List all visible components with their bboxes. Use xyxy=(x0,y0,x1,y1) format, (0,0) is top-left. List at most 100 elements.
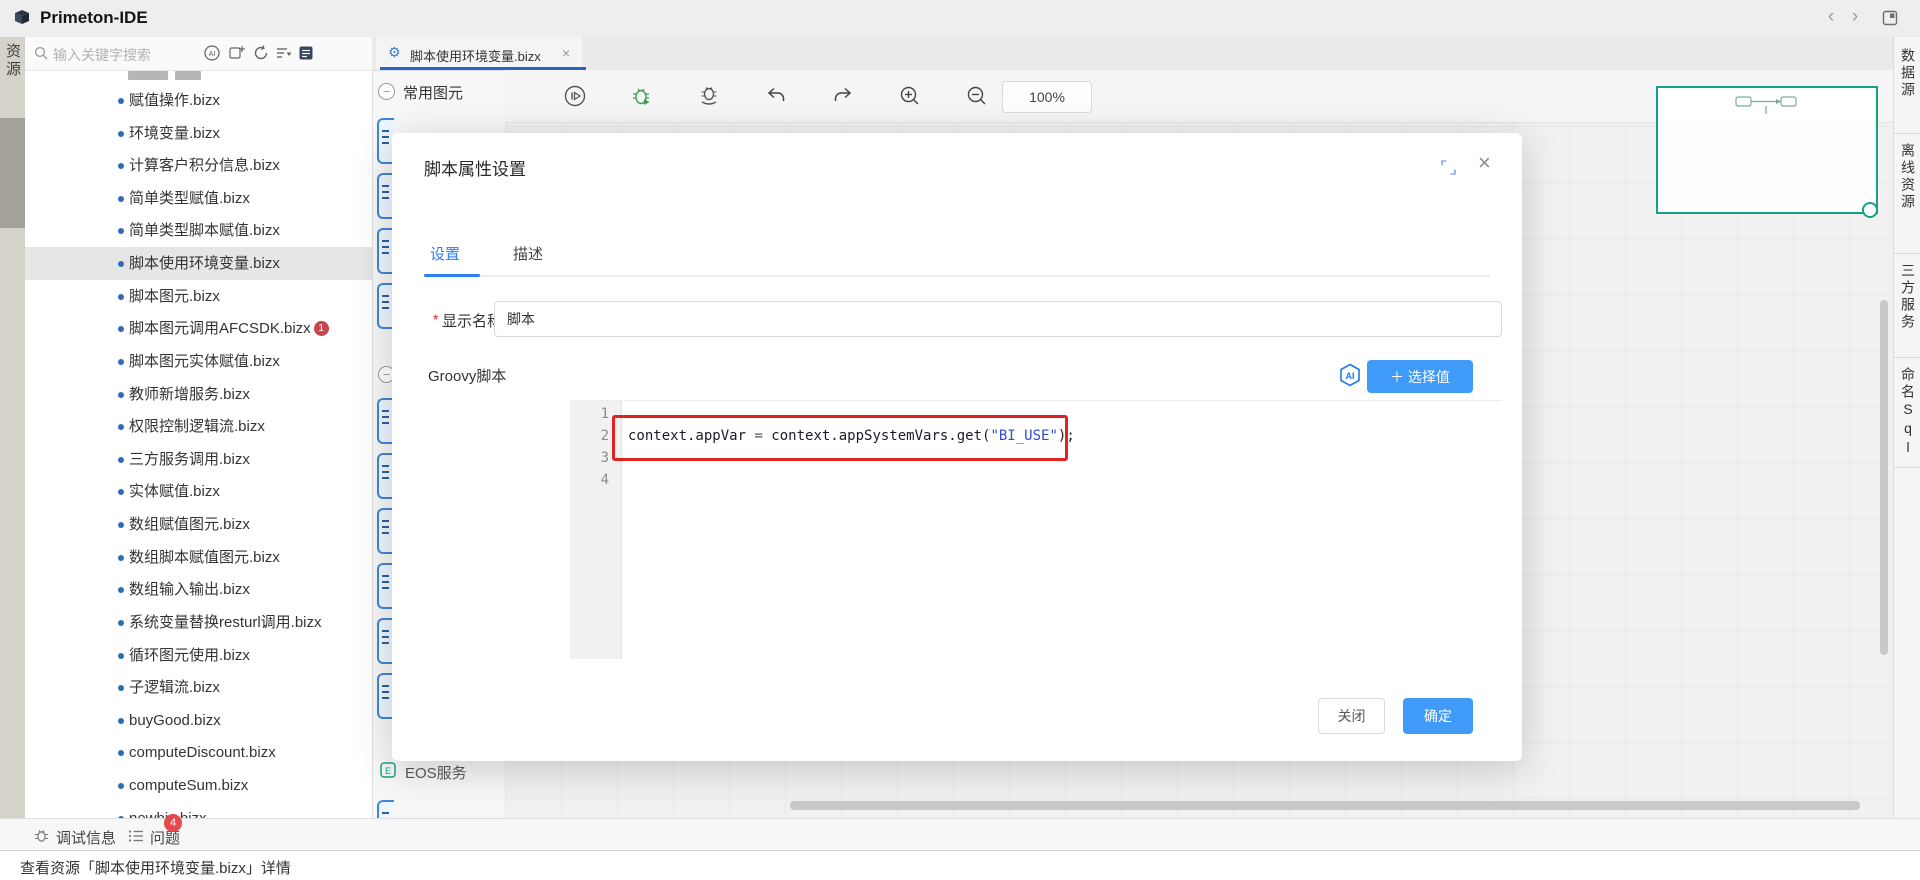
status-bar: 查看资源「脚本使用环境变量.bizx」详情 xyxy=(0,850,1920,880)
document-view-icon[interactable] xyxy=(297,44,315,62)
tree-item[interactable]: 子逻辑流.bizx xyxy=(25,671,372,704)
close-button[interactable]: 关闭 xyxy=(1318,698,1385,734)
zoom-in-icon[interactable] xyxy=(898,84,922,108)
vertical-scrollbar[interactable] xyxy=(1880,300,1888,655)
tree-item[interactable]: 赋值操作.bizx xyxy=(25,84,372,117)
palette-section-header: EOS服务 xyxy=(405,762,467,783)
tree-item[interactable]: 脚本使用环境变量.bizx xyxy=(25,247,372,280)
tree-item[interactable]: 教师新增服务.bizx xyxy=(25,378,372,411)
svg-text:E: E xyxy=(385,766,391,776)
tab-settings[interactable]: 设置 xyxy=(430,243,460,264)
error-badge: 1 xyxy=(314,321,329,336)
tree-item[interactable]: 简单类型脚本赋值.bizx xyxy=(25,214,372,247)
sort-list-icon[interactable] xyxy=(275,44,293,62)
bottom-panel-bar: 调试信息 问题 4 xyxy=(0,818,1920,851)
bizx-bullet-icon xyxy=(118,685,124,691)
rail-tab-resources[interactable]: 资源 xyxy=(2,43,23,79)
minimap-resize-handle[interactable] xyxy=(1862,202,1878,218)
divider xyxy=(1894,357,1920,358)
tree-item[interactable]: 数组脚本赋值图元.bizx xyxy=(25,541,372,574)
nav-forward-icon[interactable]: › xyxy=(1846,6,1864,28)
tree-item[interactable]: buyGood.bizx xyxy=(25,704,372,737)
editor-tabbar: ⚙ 脚本使用环境变量.bizx × xyxy=(372,37,1893,71)
zoom-level-display[interactable]: 100% xyxy=(1002,81,1092,113)
redo-icon[interactable] xyxy=(831,84,855,108)
search-input[interactable]: 输入关键字搜索 xyxy=(53,45,151,65)
left-rail: 资源 xyxy=(0,37,26,818)
ai-assist-icon[interactable]: AI xyxy=(203,44,221,62)
bizx-bullet-icon xyxy=(118,228,124,234)
bizx-bullet-icon xyxy=(118,489,124,495)
bizx-bullet-icon xyxy=(118,359,124,365)
divider xyxy=(1894,253,1920,254)
problems-count-badge: 4 xyxy=(164,814,182,832)
app-logo-icon xyxy=(12,8,32,28)
bizx-bullet-icon xyxy=(118,98,124,104)
tab-close-icon[interactable]: × xyxy=(562,45,570,61)
tree-item[interactable]: 脚本图元实体赋值.bizx xyxy=(25,345,372,378)
debug-info-tab[interactable]: 调试信息 xyxy=(56,827,116,848)
status-text: 查看资源「脚本使用环境变量.bizx」详情 xyxy=(20,857,291,878)
horizontal-scrollbar[interactable] xyxy=(790,801,1860,810)
dialog-title: 脚本属性设置 xyxy=(424,155,526,180)
collapse-section-icon[interactable]: − xyxy=(378,83,395,100)
select-value-button[interactable]: ＋ 选择值 xyxy=(1367,360,1473,393)
bizx-bullet-icon xyxy=(118,392,124,398)
bizx-bullet-icon xyxy=(118,750,124,756)
minimap[interactable] xyxy=(1656,86,1878,214)
debug-run-icon[interactable] xyxy=(630,84,654,108)
ai-generate-icon[interactable]: AI xyxy=(1337,362,1363,388)
tree-item[interactable]: 计算客户积分信息.bizx xyxy=(25,149,372,182)
sidebar-tab-third-party-services[interactable]: 三方服务 xyxy=(1898,263,1918,331)
window-layout-icon[interactable] xyxy=(1882,10,1898,26)
ok-button[interactable]: 确定 xyxy=(1403,698,1473,734)
tree-item[interactable]: 实体赋值.bizx xyxy=(25,475,372,508)
bizx-bullet-icon xyxy=(118,653,124,659)
clipped-tree-item xyxy=(128,71,168,80)
palette-section-header[interactable]: 常用图元 xyxy=(403,82,463,103)
zoom-out-icon[interactable] xyxy=(965,84,989,108)
sidebar-tab-datasource[interactable]: 数据源 xyxy=(1898,48,1918,99)
sidebar-tab-offline-resources[interactable]: 离线资源 xyxy=(1898,143,1918,211)
resource-tree: 赋值操作.bizx环境变量.bizx计算客户积分信息.bizx简单类型赋值.bi… xyxy=(25,70,372,818)
nav-back-icon[interactable]: ‹ xyxy=(1822,6,1840,28)
tree-item[interactable]: 三方服务调用.bizx xyxy=(25,443,372,476)
required-mark: * xyxy=(433,311,438,327)
new-resource-icon[interactable] xyxy=(228,44,246,62)
sidebar-tab-named-sql[interactable]: 命名Sql xyxy=(1898,367,1918,458)
tree-item[interactable]: 数组输入输出.bizx xyxy=(25,573,372,606)
rail-scroll-shade xyxy=(0,118,25,228)
tree-item[interactable]: 环境变量.bizx xyxy=(25,117,372,150)
refresh-icon[interactable] xyxy=(252,44,270,62)
tree-item[interactable]: 脚本图元调用AFCSDK.bizx1 xyxy=(25,312,372,345)
close-icon[interactable]: × xyxy=(1478,150,1491,176)
tree-item[interactable]: 简单类型赋值.bizx xyxy=(25,182,372,215)
tree-item[interactable]: 数组赋值图元.bizx xyxy=(25,508,372,541)
tree-item[interactable]: 脚本图元.bizx xyxy=(25,280,372,313)
palette-section-eos[interactable]: E EOS服务 xyxy=(373,758,506,788)
active-tab-indicator xyxy=(424,274,480,277)
tabs-divider xyxy=(424,275,1490,277)
script-properties-dialog: 脚本属性设置 × 设置 描述 * 显示名称 Groovy脚本 AI ＋ 选择值 … xyxy=(392,133,1522,761)
tree-item[interactable]: 循环图元使用.bizx xyxy=(25,639,372,672)
tree-item[interactable]: 系统变量替换resturl调用.bizx xyxy=(25,606,372,639)
right-sidebar: 数据源离线资源三方服务命名Sql xyxy=(1893,37,1920,818)
svg-text:AI: AI xyxy=(209,51,216,58)
debug-deploy-icon[interactable] xyxy=(697,84,721,108)
fullscreen-icon[interactable] xyxy=(1440,159,1457,176)
search-bar[interactable]: 输入关键字搜索 AI xyxy=(25,37,372,71)
groovy-script-label: Groovy脚本 xyxy=(428,365,506,386)
primeton-ide-window: Primeton-IDE ‹ › 资源 输入关键字搜索 AI xyxy=(0,0,1920,880)
run-icon[interactable] xyxy=(563,84,587,108)
tree-item[interactable]: 权限控制逻辑流.bizx xyxy=(25,410,372,443)
tree-item[interactable]: newbiz.bizx xyxy=(25,802,372,818)
groovy-code-editor[interactable]: 1234 context.appVar = context.appSystemV… xyxy=(570,400,1502,659)
display-name-input[interactable] xyxy=(494,301,1502,337)
tab-description[interactable]: 描述 xyxy=(513,243,543,264)
resource-panel: 输入关键字搜索 AI xyxy=(25,37,373,818)
tree-item[interactable]: computeDiscount.bizx xyxy=(25,736,372,769)
tab-script-env-var[interactable]: ⚙ 脚本使用环境变量.bizx × xyxy=(376,37,582,70)
line-number: 3 xyxy=(579,447,609,469)
tree-item[interactable]: computeSum.bizx xyxy=(25,769,372,802)
undo-icon[interactable] xyxy=(764,84,788,108)
